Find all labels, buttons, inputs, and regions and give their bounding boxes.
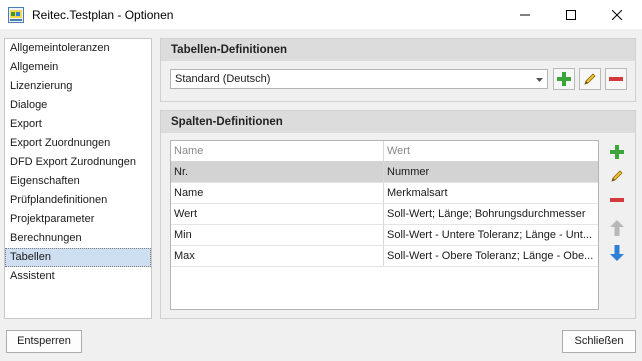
table-row[interactable]: Nr. Nummer xyxy=(171,162,598,183)
chevron-down-icon xyxy=(536,78,543,82)
app-icon xyxy=(8,7,24,23)
cell-name: Max xyxy=(171,246,384,266)
cell-name: Wert xyxy=(171,204,384,224)
nav-item-projektparameter[interactable]: Projektparameter xyxy=(5,210,151,229)
spalten-definitionen-header: Spalten-Definitionen xyxy=(161,111,635,133)
table-header-row: Name Wert xyxy=(171,141,598,162)
cell-wert: Soll-Wert; Länge; Bohrungsdurchmesser xyxy=(387,208,586,220)
nav-item-export-zuordnungen[interactable]: Export Zuordnungen xyxy=(5,134,151,153)
pencil-icon xyxy=(584,73,596,85)
delete-column-button[interactable] xyxy=(606,189,628,211)
title-bar: Reitec.Testplan - Optionen xyxy=(0,0,642,30)
cell-wert: Nummer xyxy=(387,166,430,178)
nav-item-dialoge[interactable]: Dialoge xyxy=(5,96,151,115)
arrow-down-icon xyxy=(610,245,624,261)
window-title: Reitec.Testplan - Optionen xyxy=(32,8,174,22)
add-column-button[interactable] xyxy=(606,141,628,163)
nav-item-berechnungen[interactable]: Berechnungen xyxy=(5,229,151,248)
cell-wert: Soll-Wert - Untere Toleranz; Länge - Unt… xyxy=(387,229,593,241)
delete-table-button[interactable] xyxy=(605,68,627,90)
options-category-list: Allgemeintoleranzen Allgemein Lizenzieru… xyxy=(4,38,152,319)
tabellen-definitionen-header: Tabellen-Definitionen xyxy=(161,39,635,61)
tabellen-definitionen-panel: Tabellen-Definitionen Standard (Deutsch) xyxy=(160,38,636,102)
nav-item-tabellen[interactable]: Tabellen xyxy=(5,248,151,267)
spalten-definitionen-panel: Spalten-Definitionen Name Wert Nr. Numme… xyxy=(160,110,636,319)
plus-icon xyxy=(610,145,624,159)
close-button[interactable] xyxy=(594,0,640,30)
column-header-wert[interactable]: Wert xyxy=(384,141,598,161)
table-row[interactable]: Max Soll-Wert - Obere Toleranz; Länge - … xyxy=(171,246,598,267)
minimize-button[interactable] xyxy=(502,0,548,30)
column-definitions-table: Name Wert Nr. Nummer Name Merkmalsart We… xyxy=(170,140,599,310)
cell-name: Name xyxy=(171,183,384,203)
nav-item-export[interactable]: Export xyxy=(5,115,151,134)
table-row[interactable]: Name Merkmalsart xyxy=(171,183,598,204)
plus-icon xyxy=(557,72,571,86)
cell-name: Nr. xyxy=(171,162,384,182)
nav-item-eigenschaften[interactable]: Eigenschaften xyxy=(5,172,151,191)
table-row[interactable]: Wert Soll-Wert; Länge; Bohrungsdurchmess… xyxy=(171,204,598,225)
add-table-button[interactable] xyxy=(553,68,575,90)
table-definition-select[interactable]: Standard (Deutsch) xyxy=(170,69,548,89)
nav-item-lizenzierung[interactable]: Lizenzierung xyxy=(5,77,151,96)
move-down-button[interactable] xyxy=(606,242,628,264)
nav-item-dfd-export-zurodnungen[interactable]: DFD Export Zurodnungen xyxy=(5,153,151,172)
schliessen-button[interactable]: Schließen xyxy=(562,330,636,353)
arrow-up-icon xyxy=(610,220,624,236)
close-icon xyxy=(612,10,622,20)
move-up-button[interactable] xyxy=(606,217,628,239)
column-header-name[interactable]: Name xyxy=(171,141,384,161)
nav-item-allgemeintoleranzen[interactable]: Allgemeintoleranzen xyxy=(5,39,151,58)
minimize-icon xyxy=(520,14,530,16)
cell-wert: Soll-Wert - Obere Toleranz; Länge - Obe.… xyxy=(387,250,594,262)
cell-wert: Merkmalsart xyxy=(387,187,448,199)
nav-item-assistent[interactable]: Assistent xyxy=(5,267,151,286)
minus-icon xyxy=(609,77,623,81)
pencil-icon xyxy=(611,170,623,182)
cell-name: Min xyxy=(171,225,384,245)
nav-item-allgemein[interactable]: Allgemein xyxy=(5,58,151,77)
minus-icon xyxy=(610,198,624,202)
table-definition-value: Standard (Deutsch) xyxy=(175,73,271,85)
entsperren-button[interactable]: Entsperren xyxy=(6,330,82,353)
maximize-button[interactable] xyxy=(548,0,594,30)
edit-column-button[interactable] xyxy=(606,165,628,187)
maximize-icon xyxy=(566,10,576,20)
nav-item-pruefplandefinitionen[interactable]: Prüfplandefinitionen xyxy=(5,191,151,210)
edit-table-button[interactable] xyxy=(579,68,601,90)
table-row[interactable]: Min Soll-Wert - Untere Toleranz; Länge -… xyxy=(171,225,598,246)
